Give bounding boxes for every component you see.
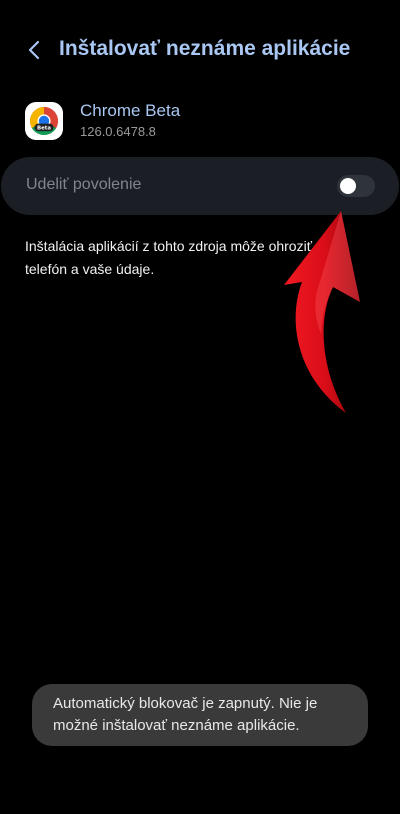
chrome-beta-icon: Beta [25,102,63,140]
app-name: Chrome Beta [80,101,181,120]
app-info: Beta Chrome Beta 126.0.6478.8 [0,98,400,144]
page-title: Inštalovať neznáme aplikácie [59,37,351,60]
toggle-knob [340,178,356,194]
grant-permission-toggle[interactable] [337,175,375,197]
svg-text:Beta: Beta [37,125,51,131]
top-app-bar: Inštalovať neznáme aplikácie [0,28,400,72]
grant-permission-row[interactable]: Udeliť povolenie [1,157,399,215]
warning-description: Inštalácia aplikácií z tohto zdroja môže… [25,238,338,277]
toast-message: Automatický blokovač je zapnutý. Nie je … [32,684,368,746]
grant-permission-label: Udeliť povolenie [26,176,142,193]
back-button[interactable] [18,34,50,66]
chevron-left-icon [28,40,40,60]
app-version: 126.0.6478.8 [80,124,156,139]
